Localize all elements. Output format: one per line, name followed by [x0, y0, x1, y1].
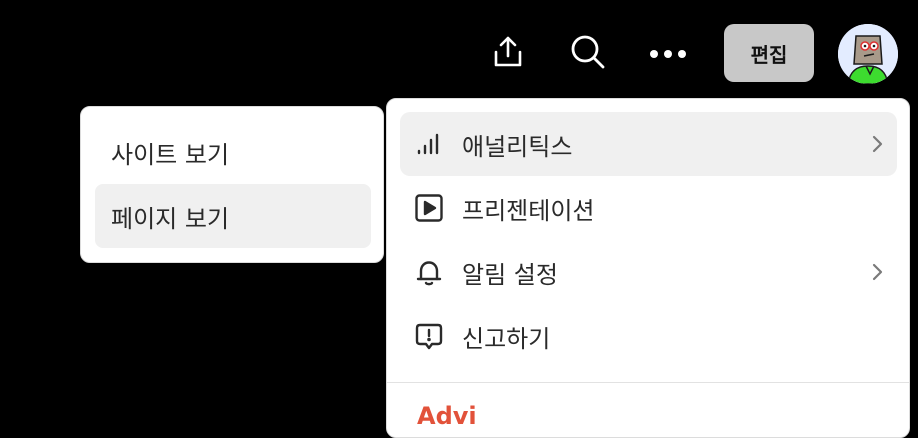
more-horizontal-icon	[648, 45, 688, 64]
bell-icon	[412, 255, 446, 289]
play-icon	[412, 191, 446, 225]
more-button[interactable]	[644, 30, 692, 78]
share-upload-icon	[490, 34, 526, 74]
menu-item-label: 알림 설정	[462, 260, 558, 289]
edit-button[interactable]: 편집	[724, 24, 814, 82]
view-submenu: 사이트 보기 페이지 보기	[80, 106, 384, 263]
menu-item-report[interactable]: 신고하기	[400, 304, 897, 368]
menu-item-label: 신고하기	[462, 324, 551, 353]
avatar-character-icon	[838, 24, 898, 84]
menu-item-analytics[interactable]: 애널리틱스	[400, 112, 897, 176]
more-menu: 애널리틱스 프리젠테이션 알림 설정 신고하기 Advi	[386, 98, 910, 438]
submenu-item-view-page[interactable]: 페이지 보기	[95, 184, 371, 248]
menu-item-danger[interactable]: Advi	[417, 402, 477, 430]
menu-item-label: 애널리틱스	[462, 132, 573, 161]
menu-item-presentation[interactable]: 프리젠테이션	[400, 176, 897, 240]
analytics-bars-icon	[412, 127, 446, 161]
report-icon	[412, 319, 446, 353]
menu-divider	[387, 382, 909, 383]
submenu-item-view-site[interactable]: 사이트 보기	[95, 120, 371, 184]
avatar[interactable]	[838, 24, 898, 84]
chevron-right-icon	[865, 132, 889, 156]
submenu-item-label: 사이트 보기	[111, 140, 230, 169]
chevron-right-icon	[865, 260, 889, 284]
share-button[interactable]	[484, 30, 532, 78]
search-icon	[569, 33, 607, 75]
menu-item-notifications[interactable]: 알림 설정	[400, 240, 897, 304]
submenu-item-label: 페이지 보기	[111, 204, 230, 233]
menu-item-label: 프리젠테이션	[462, 196, 595, 225]
search-button[interactable]	[564, 30, 612, 78]
